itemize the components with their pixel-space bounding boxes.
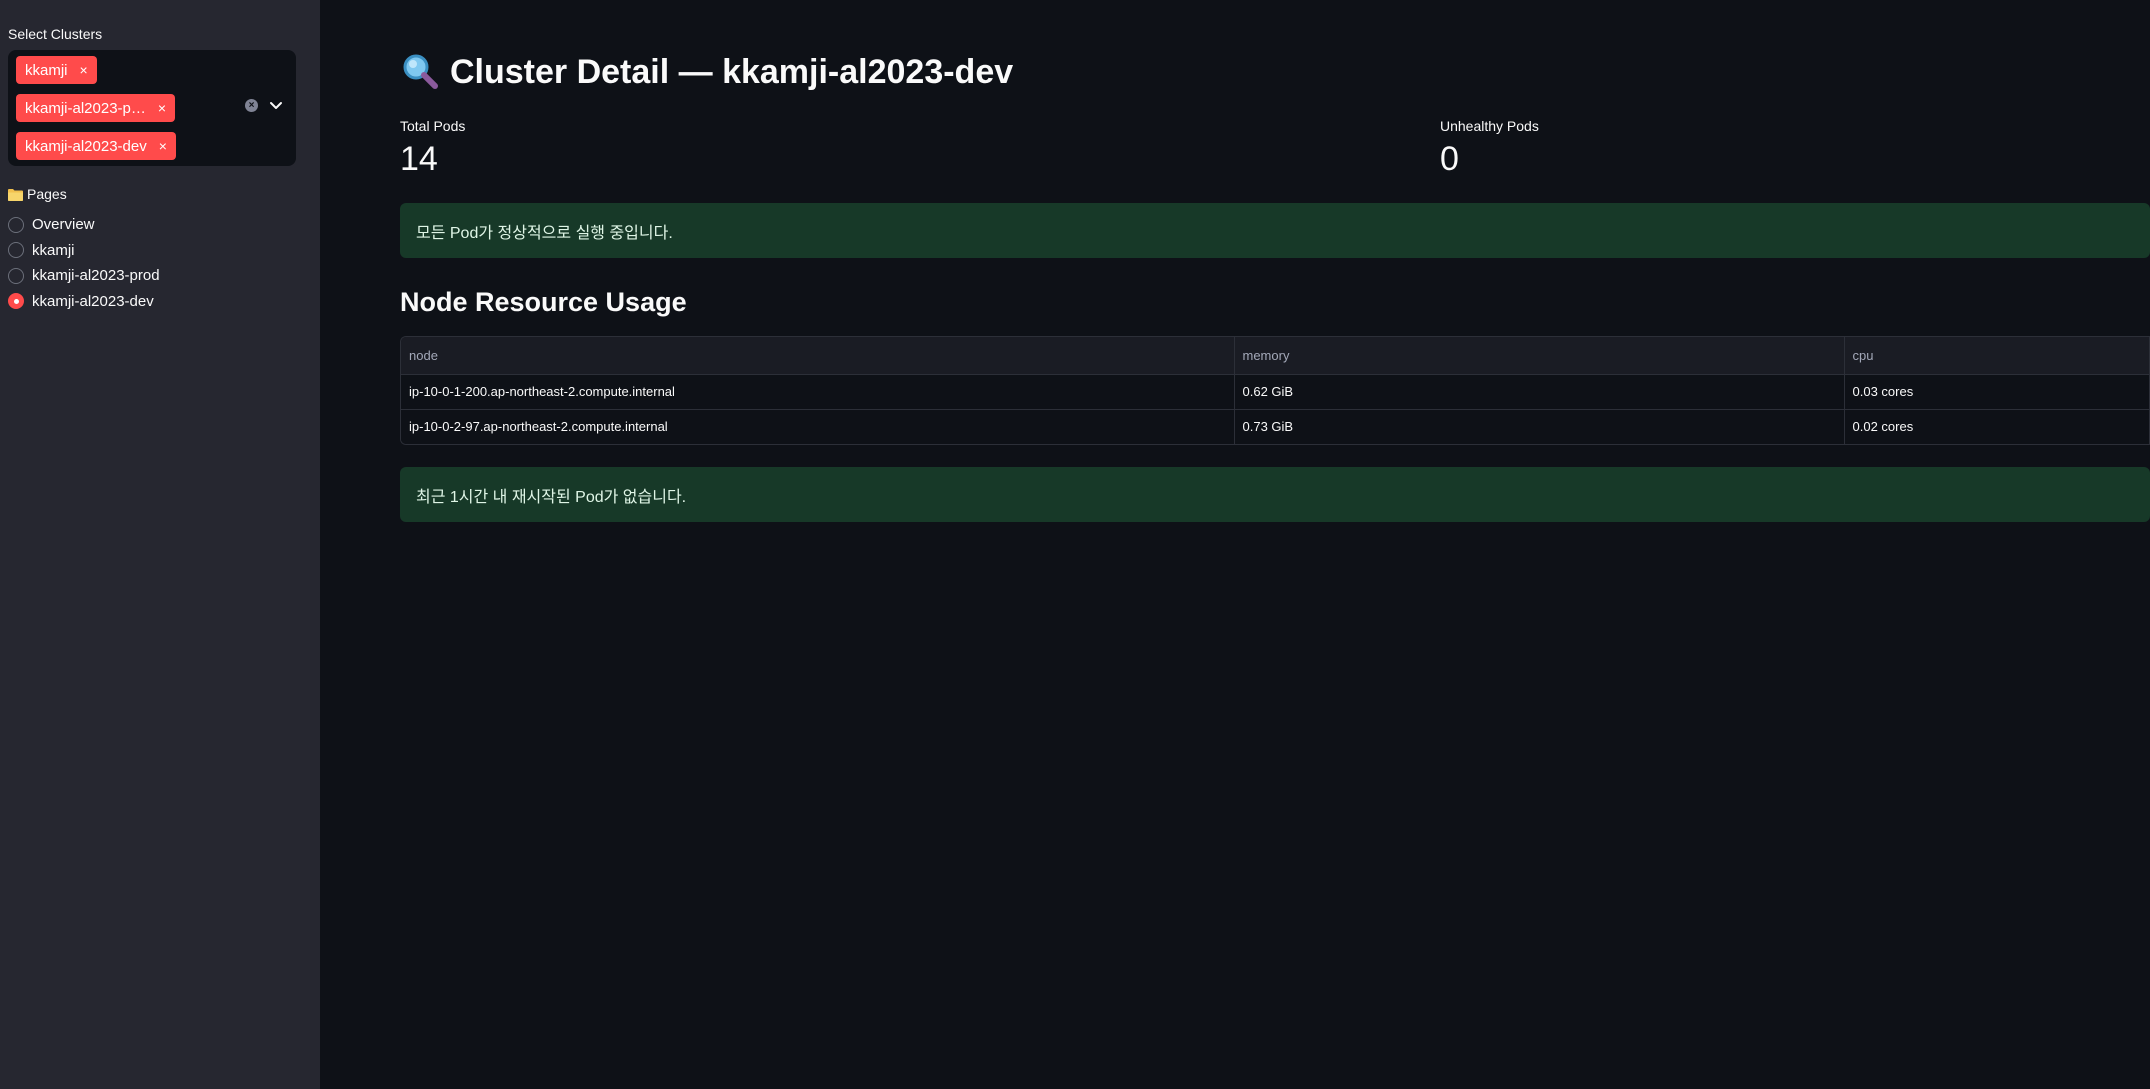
radio-button[interactable]	[8, 216, 24, 233]
pages-heading: Pages	[8, 186, 312, 202]
chip-label: kkamji	[25, 61, 68, 79]
cluster-chip-kkamji-al2023-prod: kkamji-al2023-p… ×	[16, 94, 176, 122]
radio-label: kkamji	[32, 241, 75, 259]
table-header-row: node memory cpu	[401, 337, 2150, 375]
radio-button[interactable]	[8, 242, 24, 259]
node-resource-table[interactable]: node memory cpu ip-10-0-1-200.ap-northea…	[400, 336, 2150, 445]
alert-text: 모든 Pod가 정상적으로 실행 중입니다.	[416, 224, 673, 242]
page-title: Cluster Detail — kkamji-al2023-dev	[400, 52, 1013, 92]
metric-unhealthy-pods: Unhealthy Pods 0	[1440, 118, 1539, 179]
pods-healthy-alert: 모든 Pod가 정상적으로 실행 중입니다.	[400, 203, 2150, 258]
section-title: Node Resource Usage	[400, 287, 687, 317]
table-cell-memory[interactable]: 0.73 GiB	[1234, 409, 1845, 444]
chip-remove-icon[interactable]: ×	[158, 100, 166, 116]
column-header-cpu[interactable]: cpu	[1844, 337, 2150, 375]
folder-icon	[8, 188, 23, 201]
page-radio-kkamji-al2023-prod[interactable]: kkamji-al2023-prod	[8, 263, 312, 289]
magnifying-glass-icon	[403, 54, 438, 89]
cluster-multiselect[interactable]: kkamji × kkamji-al2023-p… × kkamji-al202…	[8, 50, 296, 166]
chevron-down-icon[interactable]	[268, 97, 284, 113]
table-cell-cpu[interactable]: 0.02 cores	[1844, 409, 2150, 444]
clear-all-icon[interactable]: ×	[245, 98, 258, 112]
main-content: Cluster Detail — kkamji-al2023-dev Total…	[320, 0, 2150, 1089]
column-header-memory[interactable]: memory	[1234, 337, 1845, 375]
app: Select Clusters kkamji × kkamji-al2023-p…	[0, 0, 2150, 1089]
column-header-node[interactable]: node	[401, 337, 1235, 375]
table-cell-node[interactable]: ip-10-0-1-200.ap-northeast-2.compute.int…	[401, 374, 1235, 410]
table-row: ip-10-0-1-200.ap-northeast-2.compute.int…	[401, 374, 2150, 410]
chip-label: kkamji-al2023-dev	[25, 137, 147, 155]
metric-total-pods: Total Pods 14	[400, 118, 465, 179]
page-radio-kkamji[interactable]: kkamji	[8, 238, 312, 264]
radio-label: kkamji-al2023-prod	[32, 267, 160, 285]
table-row: ip-10-0-2-97.ap-northeast-2.compute.inte…	[401, 409, 2150, 444]
table-cell-cpu[interactable]: 0.03 cores	[1844, 374, 2150, 410]
page-title-text: Cluster Detail — kkamji-al2023-dev	[450, 52, 1014, 91]
alert-text: 최근 1시간 내 재시작된 Pod가 없습니다.	[416, 488, 687, 506]
sidebar: Select Clusters kkamji × kkamji-al2023-p…	[0, 0, 320, 1089]
page-radio-kkamji-al2023-dev[interactable]: kkamji-al2023-dev	[8, 289, 312, 315]
page-radio-overview[interactable]: Overview	[8, 212, 312, 238]
radio-button-selected[interactable]	[8, 293, 24, 310]
cluster-chip-kkamji-al2023-dev: kkamji-al2023-dev ×	[16, 132, 176, 160]
chip-remove-icon[interactable]: ×	[159, 138, 167, 154]
table-cell-node[interactable]: ip-10-0-2-97.ap-northeast-2.compute.inte…	[401, 409, 1235, 444]
radio-button[interactable]	[8, 267, 24, 284]
metric-label: Unhealthy Pods	[1440, 118, 1539, 134]
radio-label: Overview	[32, 216, 95, 234]
cluster-chip-kkamji: kkamji ×	[16, 56, 97, 84]
chip-remove-icon[interactable]: ×	[80, 62, 88, 78]
pages-title: Pages	[27, 186, 67, 202]
radio-label: kkamji-al2023-dev	[32, 292, 154, 310]
metric-value: 14	[400, 140, 438, 178]
no-restart-alert: 최근 1시간 내 재시작된 Pod가 없습니다.	[400, 467, 2150, 522]
metric-label: Total Pods	[400, 118, 466, 134]
metric-value: 0	[1440, 140, 1459, 178]
pages-radio-group: Overview kkamji kkamji-al2023-prod kkamj…	[8, 212, 312, 314]
select-clusters-label: Select Clusters	[8, 26, 103, 42]
chip-label: kkamji-al2023-p…	[25, 99, 146, 117]
table-cell-memory[interactable]: 0.62 GiB	[1234, 374, 1845, 410]
